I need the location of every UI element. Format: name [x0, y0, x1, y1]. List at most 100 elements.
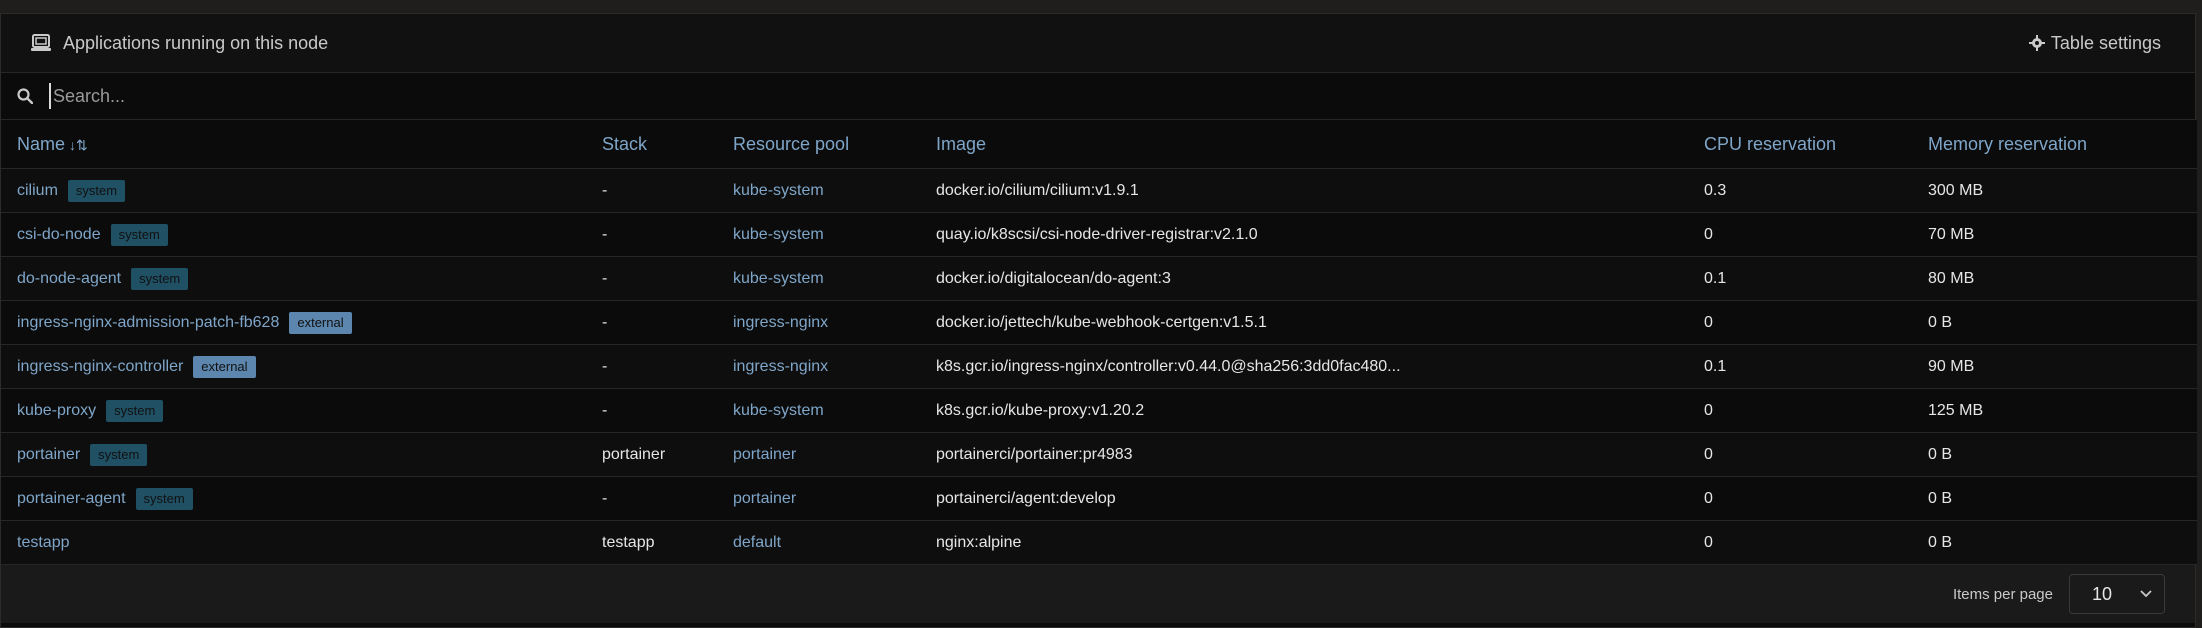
application-name-link[interactable]: ingress-nginx-controller	[17, 358, 183, 375]
table-settings-label: Table settings	[2050, 32, 2161, 53]
column-header-stack[interactable]: Stack	[586, 120, 717, 169]
table-row: portainer-agent system - portainer portainer…	[1, 476, 2197, 521]
resource-pool-link[interactable]: default	[733, 534, 781, 551]
cell-cpu-reservation: 0	[1688, 212, 1912, 257]
resource-pool-link[interactable]: portainer	[733, 490, 796, 507]
cell-name: portainer system	[1, 432, 586, 477]
cell-name: csi-do-node system	[1, 212, 586, 257]
cell-resource-pool: default	[717, 520, 920, 565]
application-name-link[interactable]: do-node-agent	[17, 270, 121, 287]
table-settings-button[interactable]: Table settings	[2028, 32, 2161, 54]
column-header-resource-pool[interactable]: Resource pool	[717, 120, 920, 169]
cell-stack: -	[586, 168, 717, 213]
cell-name: testapp	[1, 520, 586, 565]
cell-cpu-reservation: 0	[1688, 432, 1912, 477]
cell-image: k8s.gcr.io/ingress-nginx/controller:v0.4…	[920, 344, 1688, 389]
table-row: cilium system - kube-system docker.io/cilium…	[1, 168, 2197, 213]
sort-alpha-down-icon[interactable]: ↓⇅	[69, 137, 88, 153]
application-name-link[interactable]: csi-do-node	[17, 226, 101, 243]
table-row: do-node-agent system - kube-system docker.io…	[1, 256, 2197, 301]
resource-pool-link[interactable]: portainer	[733, 446, 796, 463]
application-name-link[interactable]: testapp	[17, 534, 69, 551]
items-per-page-select[interactable]: 10	[2069, 574, 2165, 614]
table-header-row: Name ↓⇅ Stack Resource pool Image CPU res…	[1, 120, 2197, 169]
cell-memory-reservation: 80 MB	[1912, 256, 2197, 301]
cell-resource-pool: ingress-nginx	[717, 300, 920, 345]
cell-cpu-reservation: 0	[1688, 520, 1912, 565]
laptop-icon	[31, 34, 51, 51]
application-type-badge: system	[106, 399, 164, 422]
application-name-link[interactable]: portainer-agent	[17, 490, 126, 507]
search-icon	[17, 88, 33, 104]
cell-image: docker.io/digitalocean/do-agent:3	[920, 256, 1688, 301]
table-row: ingress-nginx-controller external - ingress…	[1, 344, 2197, 389]
cell-resource-pool: kube-system	[717, 388, 920, 433]
search-bar	[1, 73, 2195, 120]
table-row: ingress-nginx-admission-patch-fb628 exter…	[1, 300, 2197, 345]
table-row: csi-do-node system - kube-system quay.io/k8s…	[1, 212, 2197, 257]
cell-memory-reservation: 125 MB	[1912, 388, 2197, 433]
cell-cpu-reservation: 0	[1688, 300, 1912, 345]
items-per-page-label: Items per page	[1952, 585, 2053, 603]
application-type-badge: system	[110, 223, 168, 246]
resource-pool-link[interactable]: kube-system	[733, 182, 824, 199]
cell-resource-pool: kube-system	[717, 256, 920, 301]
application-type-badge: system	[90, 443, 148, 466]
cell-name: do-node-agent system	[1, 256, 586, 301]
cell-cpu-reservation: 0.1	[1688, 344, 1912, 389]
table-row: kube-proxy system - kube-system k8s.gcr.io/k…	[1, 388, 2197, 433]
application-type-badge: system	[67, 179, 126, 202]
panel-title-text: Applications running on this node	[63, 32, 329, 53]
column-header-image[interactable]: Image	[920, 120, 1688, 169]
cell-stack: -	[586, 344, 717, 389]
column-header-name[interactable]: Name ↓⇅	[1, 120, 586, 169]
table-footer: Items per page 10	[1, 565, 2195, 623]
items-per-page-value: 10	[2092, 583, 2113, 604]
cell-stack: -	[586, 300, 717, 345]
cell-resource-pool: portainer	[717, 476, 920, 521]
application-name-link[interactable]: kube-proxy	[17, 402, 96, 419]
cell-image: quay.io/k8scsi/csi-node-driver-registrar…	[920, 212, 1688, 257]
table-row: testapp testapp default nginx:alpine 0 0 B	[1, 520, 2197, 565]
application-type-badge: system	[135, 487, 193, 510]
column-header-memory-reservation[interactable]: Memory reservation	[1912, 120, 2197, 169]
panel-header: Applications running on this node Table …	[1, 14, 2195, 73]
cell-name: kube-proxy system	[1, 388, 586, 433]
resource-pool-link[interactable]: kube-system	[733, 226, 824, 243]
cell-memory-reservation: 0 B	[1912, 300, 2197, 345]
cell-stack: -	[586, 476, 717, 521]
application-type-badge: external	[289, 311, 352, 334]
cell-name: ingress-nginx-admission-patch-fb628 exter…	[1, 300, 586, 345]
table-row: portainer system portainer portainer portain…	[1, 432, 2197, 477]
cell-image: k8s.gcr.io/kube-proxy:v1.20.2	[920, 388, 1688, 433]
cell-cpu-reservation: 0.1	[1688, 256, 1912, 301]
cell-resource-pool: ingress-nginx	[717, 344, 920, 389]
panel-title: Applications running on this node	[31, 33, 328, 54]
application-type-badge: system	[131, 267, 189, 290]
cell-stack: -	[586, 388, 717, 433]
cell-memory-reservation: 70 MB	[1912, 212, 2197, 257]
cell-stack: -	[586, 212, 717, 257]
cell-name: cilium system	[1, 168, 586, 213]
resource-pool-link[interactable]: kube-system	[733, 402, 824, 419]
applications-panel: Applications running on this node Table …	[0, 13, 2197, 628]
cell-resource-pool: portainer	[717, 432, 920, 477]
application-name-link[interactable]: cilium	[17, 182, 58, 199]
gear-icon	[2028, 35, 2045, 51]
application-name-link[interactable]: portainer	[17, 446, 80, 463]
application-name-link[interactable]: ingress-nginx-admission-patch-fb628	[17, 314, 279, 331]
search-input[interactable]	[49, 83, 2179, 109]
cell-name: ingress-nginx-controller external	[1, 344, 586, 389]
application-type-badge: external	[193, 355, 256, 378]
resource-pool-link[interactable]: kube-system	[733, 270, 824, 287]
resource-pool-link[interactable]: ingress-nginx	[733, 314, 828, 331]
cell-stack: testapp	[586, 520, 717, 565]
cell-memory-reservation: 0 B	[1912, 476, 2197, 521]
cell-memory-reservation: 300 MB	[1912, 168, 2197, 213]
cell-cpu-reservation: 0.3	[1688, 168, 1912, 213]
resource-pool-link[interactable]: ingress-nginx	[733, 358, 828, 375]
cell-memory-reservation: 0 B	[1912, 520, 2197, 565]
cell-resource-pool: kube-system	[717, 212, 920, 257]
column-header-cpu-reservation[interactable]: CPU reservation	[1688, 120, 1912, 169]
cell-stack: portainer	[586, 432, 717, 477]
